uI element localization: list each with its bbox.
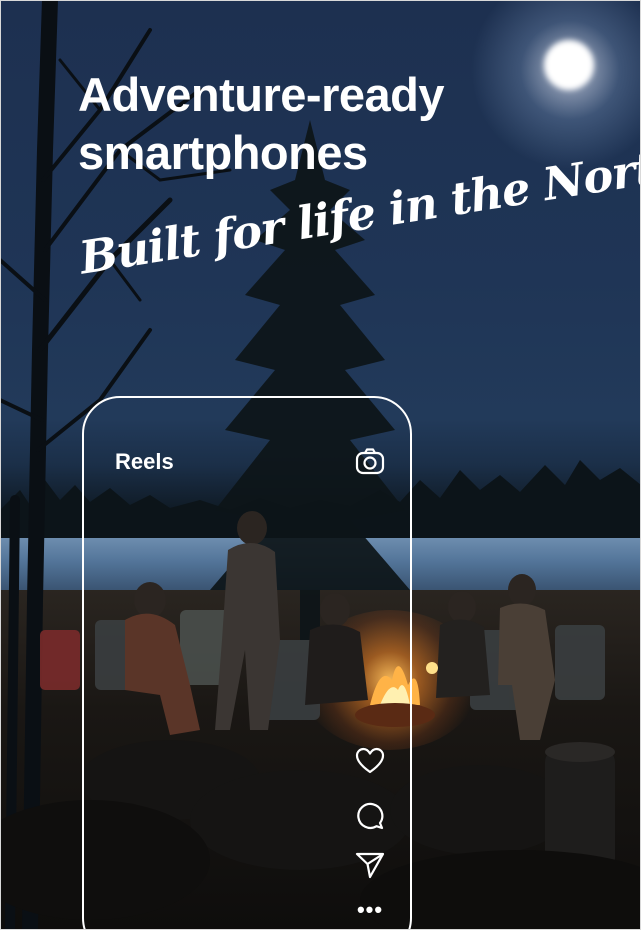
headline: Adventure-ready smartphones <box>78 68 445 179</box>
comment-icon <box>356 802 384 830</box>
moon <box>544 40 594 90</box>
more-icon: ••• <box>356 897 384 922</box>
share-icon <box>355 851 385 879</box>
reels-label: Reels <box>115 449 174 474</box>
heart-icon <box>354 745 386 777</box>
camera-icon <box>354 446 386 478</box>
ad-banner[interactable]: Adventure-ready smartphones Built for li… <box>0 0 641 930</box>
